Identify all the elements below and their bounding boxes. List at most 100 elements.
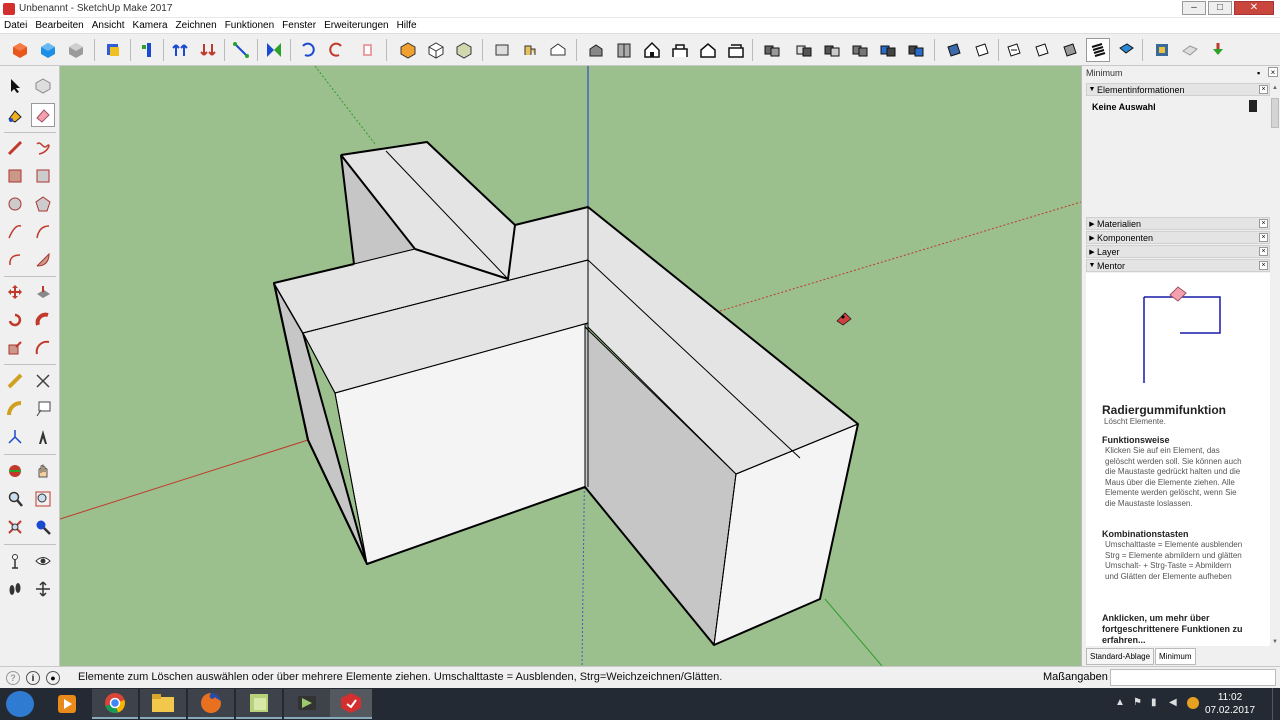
network-icon[interactable]: ▮: [1151, 696, 1161, 710]
left-view-icon[interactable]: [584, 38, 608, 62]
follow-me-icon[interactable]: [31, 308, 55, 332]
match-photo-icon[interactable]: [820, 38, 844, 62]
3d-warehouse-icon[interactable]: [36, 38, 60, 62]
make-component-icon[interactable]: [31, 74, 55, 98]
text-icon[interactable]: [31, 397, 55, 421]
follow-me-icon[interactable]: [356, 38, 380, 62]
previous-view-icon[interactable]: [31, 515, 55, 539]
system-clock[interactable]: 11:02 07.02.2017: [1200, 691, 1260, 717]
menu-bearbeiten[interactable]: Bearbeiten: [31, 20, 87, 31]
video-editor-icon[interactable]: [284, 689, 330, 719]
volume-icon[interactable]: ◀: [1169, 696, 1179, 710]
section-cuts-icon[interactable]: [1086, 38, 1110, 62]
scroll-thumb[interactable]: [1271, 98, 1279, 128]
display-section-icon[interactable]: [1058, 38, 1082, 62]
panel-close-icon[interactable]: ×: [1259, 219, 1268, 228]
pin-icon[interactable]: ▪: [1257, 68, 1260, 78]
firefox-icon[interactable]: [188, 689, 234, 719]
hidden-line-icon[interactable]: [696, 38, 720, 62]
front-view-icon[interactable]: [490, 38, 514, 62]
axes-icon[interactable]: [3, 425, 27, 449]
network-flag-icon[interactable]: ⚑: [1133, 696, 1143, 710]
panel-close-icon[interactable]: ×: [1259, 233, 1268, 242]
zoom-window-icon[interactable]: [31, 487, 55, 511]
maximize-button[interactable]: □: [1208, 1, 1232, 15]
tab-standard-ablage[interactable]: Standard-Ablage: [1086, 648, 1155, 665]
pan-icon[interactable]: [31, 459, 55, 483]
more-link[interactable]: Anklicken, um mehr über fortgeschrittene…: [1102, 613, 1262, 646]
entity-toggle-icon[interactable]: [1249, 100, 1257, 112]
outer-shell-icon[interactable]: [196, 38, 220, 62]
position-camera-icon[interactable]: [3, 549, 27, 573]
scale-icon[interactable]: [3, 336, 27, 360]
paint-bucket-icon[interactable]: [324, 38, 348, 62]
update-status-icon[interactable]: [1187, 697, 1199, 709]
orbit-icon[interactable]: [3, 459, 27, 483]
file-explorer-icon[interactable]: [140, 689, 186, 719]
section-plane-tool-icon[interactable]: [31, 577, 55, 601]
solid-tools-icon[interactable]: [848, 38, 872, 62]
panel-header-layers[interactable]: ▶ Layer ×: [1086, 245, 1270, 258]
protractor-icon[interactable]: [3, 397, 27, 421]
scroll-down-icon[interactable]: ▼: [1271, 638, 1279, 646]
top-view-icon[interactable]: [452, 38, 476, 62]
paint-bucket-icon[interactable]: [3, 103, 27, 127]
panel-header-materials[interactable]: ▶ Materialien ×: [1086, 217, 1270, 230]
menu-datei[interactable]: Datei: [0, 20, 31, 31]
geo-location-icon[interactable]: [1150, 38, 1174, 62]
chrome-icon[interactable]: [92, 689, 138, 719]
account-user-icon[interactable]: ●: [46, 670, 60, 685]
offset-icon[interactable]: [31, 336, 55, 360]
rotated-rectangle-icon[interactable]: [31, 164, 55, 188]
tray-scrollbar[interactable]: ▲ ▼: [1270, 84, 1280, 646]
right-view-icon[interactable]: [518, 38, 542, 62]
get-models-icon[interactable]: [8, 38, 32, 62]
zoom-extents-icon[interactable]: [3, 515, 27, 539]
push-pull-arrows-icon[interactable]: [168, 38, 192, 62]
polygon-icon[interactable]: [31, 192, 55, 216]
t-shaped-model[interactable]: [273, 141, 859, 646]
panel-close-icon[interactable]: ×: [1259, 247, 1268, 256]
credits-info-icon[interactable]: i: [26, 670, 40, 685]
sandbox-icon[interactable]: [876, 38, 900, 62]
windows-start-icon[interactable]: [6, 691, 34, 717]
tape-measure-icon[interactable]: [3, 369, 27, 393]
eraser-icon[interactable]: [31, 103, 55, 127]
move-icon[interactable]: [229, 38, 253, 62]
measurements-input[interactable]: [1110, 669, 1276, 686]
freehand-icon[interactable]: [31, 136, 55, 160]
shaded-textures-icon[interactable]: [760, 38, 784, 62]
tab-minimum[interactable]: Minimum: [1155, 648, 1196, 665]
zoom-icon[interactable]: [3, 487, 27, 511]
menu-zeichnen[interactable]: Zeichnen: [172, 20, 221, 31]
layers-icon[interactable]: [904, 38, 928, 62]
section-fill-icon[interactable]: [1114, 38, 1138, 62]
3d-text-icon[interactable]: [31, 425, 55, 449]
xray-icon[interactable]: [612, 38, 636, 62]
two-point-arc-icon[interactable]: [31, 220, 55, 244]
styles-icon[interactable]: [101, 38, 125, 62]
minimize-button[interactable]: –: [1182, 1, 1206, 15]
show-desktop-button[interactable]: [1272, 688, 1280, 720]
extension-warehouse-icon[interactable]: [970, 38, 994, 62]
panel-header-components[interactable]: ▶ Komponenten ×: [1086, 231, 1270, 244]
rectangle-icon[interactable]: [3, 164, 27, 188]
model-viewport[interactable]: [60, 66, 1081, 666]
section-plane-icon[interactable]: [136, 38, 160, 62]
panel-header-mentor[interactable]: ▼ Mentor ×: [1086, 259, 1270, 272]
look-around-icon[interactable]: [31, 549, 55, 573]
panel-close-icon[interactable]: ×: [1259, 85, 1268, 94]
scale-icon[interactable]: [296, 38, 320, 62]
rotate-icon[interactable]: [262, 38, 286, 62]
move-icon[interactable]: [3, 280, 27, 304]
add-location-icon[interactable]: [1030, 38, 1054, 62]
menu-fenster[interactable]: Fenster: [278, 20, 320, 31]
model-canvas[interactable]: [60, 66, 1081, 666]
photo-textures-icon[interactable]: [1002, 38, 1026, 62]
shadows-icon[interactable]: [942, 38, 966, 62]
push-pull-icon[interactable]: [31, 280, 55, 304]
wireframe-icon[interactable]: [668, 38, 692, 62]
menu-kamera[interactable]: Kamera: [129, 20, 172, 31]
back-view-icon[interactable]: [546, 38, 570, 62]
pie-icon[interactable]: [31, 248, 55, 272]
